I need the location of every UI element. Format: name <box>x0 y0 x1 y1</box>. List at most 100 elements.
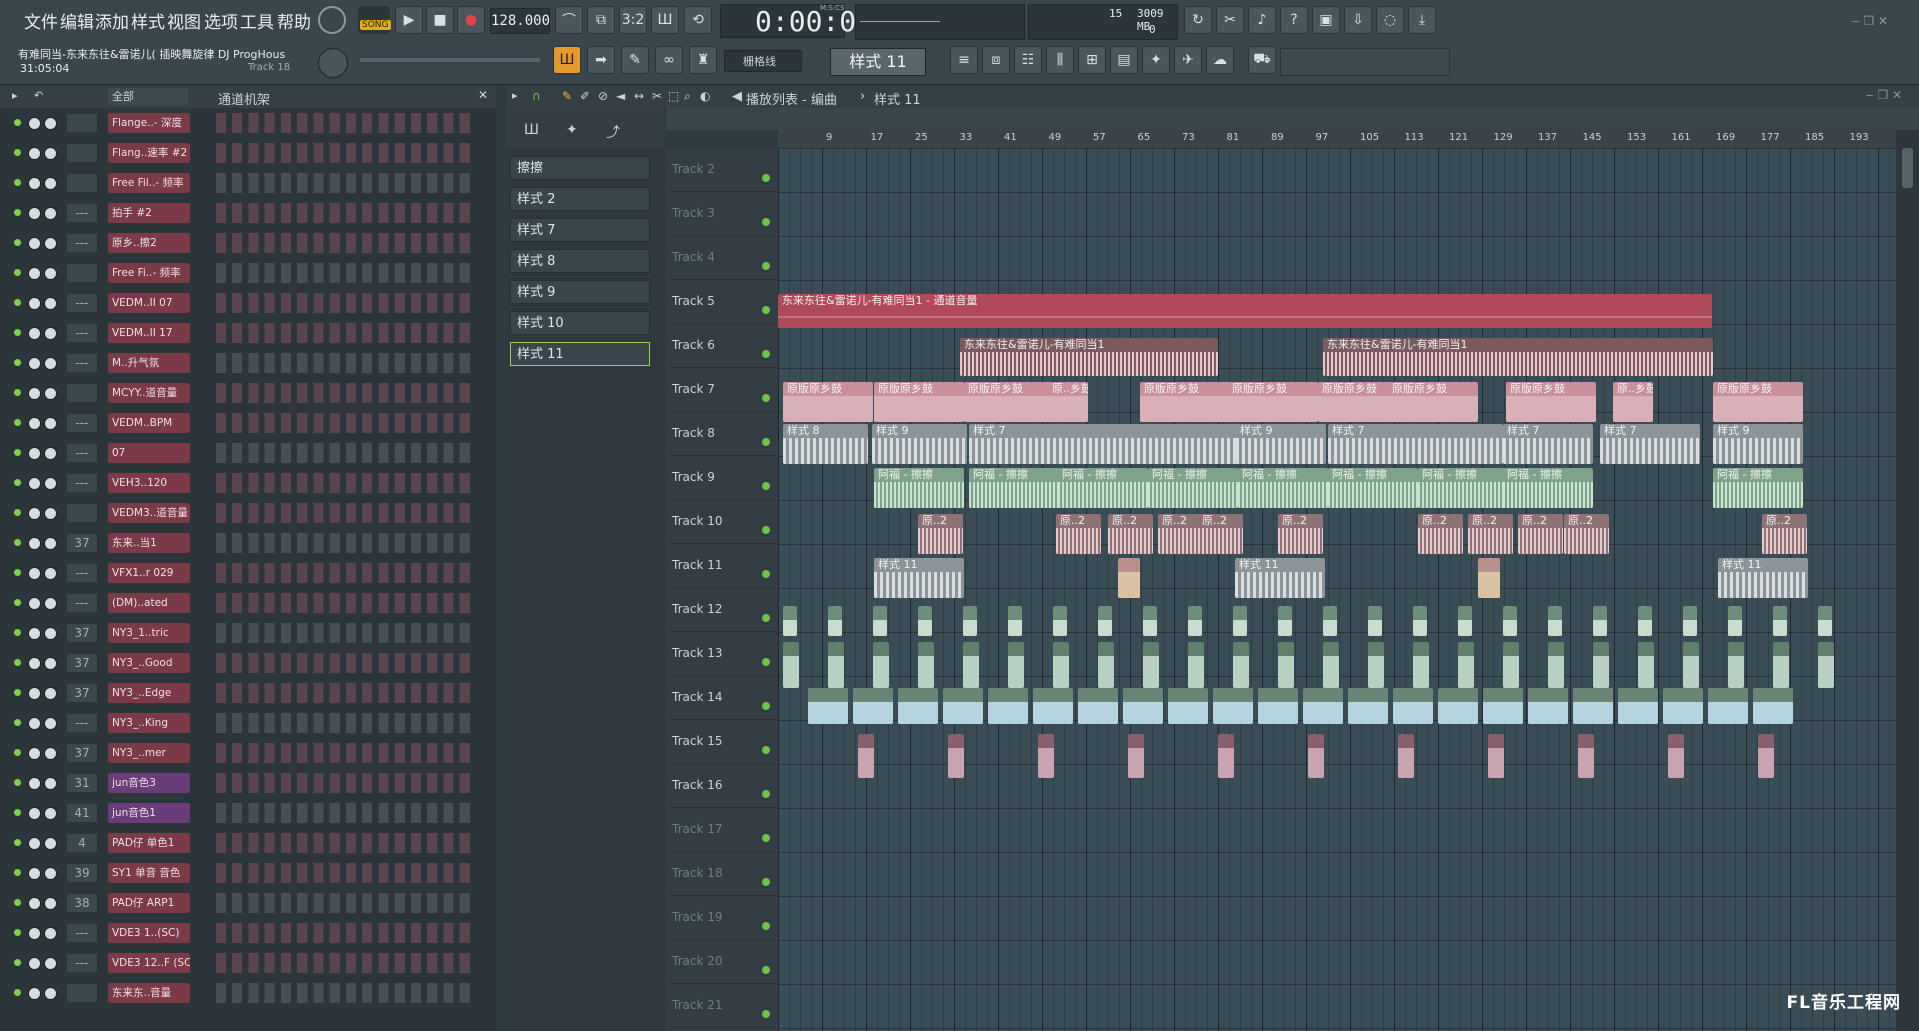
channel-mute-led[interactable] <box>14 449 21 456</box>
playlist-clip[interactable] <box>1078 688 1118 724</box>
close-icon[interactable]: ✕ <box>478 88 488 102</box>
playlist-button[interactable]: Ш <box>553 46 581 74</box>
metronome-button[interactable]: ⌒ <box>555 6 583 34</box>
plugin-picker-button[interactable]: ▤ <box>1110 46 1138 74</box>
channel-mixer-track[interactable]: --- <box>67 204 97 222</box>
track-header[interactable]: Track 20 <box>668 940 776 984</box>
paint-tool-icon[interactable]: ✐ <box>580 89 590 103</box>
channel-volume-knob[interactable] <box>44 807 57 820</box>
playlist-clip[interactable] <box>1683 606 1697 636</box>
channel-volume-knob[interactable] <box>44 597 57 610</box>
channel-row[interactable]: MCYY..道音量 <box>0 378 496 408</box>
channel-pan-knob[interactable] <box>28 567 41 580</box>
playlist-clip[interactable]: 原..乡鼓 <box>1048 382 1088 422</box>
playlist-clip[interactable] <box>1393 688 1433 724</box>
playlist-clip[interactable]: 原版原乡鼓 <box>1140 382 1230 422</box>
playlist-clip[interactable] <box>1033 688 1073 724</box>
playlist-clip[interactable] <box>808 688 848 724</box>
track-header[interactable]: Track 12 <box>668 588 776 632</box>
playlist-menu-icon[interactable]: ▸ <box>512 89 518 102</box>
shop-button[interactable]: ⛟ <box>1248 46 1276 74</box>
playlist-clip[interactable] <box>1323 606 1337 636</box>
channel-pan-knob[interactable] <box>28 957 41 970</box>
track-enable-led[interactable] <box>762 218 770 226</box>
playlist-clip[interactable] <box>1413 606 1427 636</box>
playlist-clip[interactable] <box>1728 606 1742 636</box>
track-enable-led[interactable] <box>762 790 770 798</box>
channel-mute-led[interactable] <box>14 719 21 726</box>
channel-pan-knob[interactable] <box>28 447 41 460</box>
track-enable-led[interactable] <box>762 922 770 930</box>
step-sequencer[interactable] <box>216 623 476 643</box>
menu-tools[interactable]: 工具 <box>240 8 274 33</box>
channel-mixer-track[interactable]: --- <box>67 234 97 252</box>
channel-mute-led[interactable] <box>14 539 21 546</box>
track-header[interactable]: Track 11 <box>668 544 776 588</box>
playlist-clip[interactable] <box>1098 642 1114 688</box>
channel-mute-led[interactable] <box>14 269 21 276</box>
channel-name-button[interactable]: NY3_..King <box>108 713 190 733</box>
step-sequencer[interactable] <box>216 713 476 733</box>
channel-name-button[interactable]: jun音色3 <box>108 773 190 793</box>
piano-roll-button[interactable]: ⧈ <box>982 46 1010 74</box>
step-sequencer[interactable] <box>216 563 476 583</box>
channel-row[interactable]: 39 SY1 单音 音色 <box>0 858 496 888</box>
track-enable-led[interactable] <box>762 614 770 622</box>
arrow-button[interactable]: ➡ <box>587 46 615 74</box>
picker-pattern-item[interactable]: 样式 8 <box>510 249 650 273</box>
channel-row[interactable]: --- VFX1..r 029 <box>0 558 496 588</box>
channel-name-button[interactable]: PAD仔 ARP1 <box>108 893 190 913</box>
channel-rack-button[interactable]: ☷ <box>1014 46 1042 74</box>
channel-volume-knob[interactable] <box>44 147 57 160</box>
channel-volume-knob[interactable] <box>44 897 57 910</box>
playlist-clip[interactable] <box>1368 606 1382 636</box>
pencil-tool-icon[interactable]: ✎ <box>562 89 572 103</box>
channel-pan-knob[interactable] <box>28 387 41 400</box>
channel-pan-knob[interactable] <box>28 687 41 700</box>
step-sequencer[interactable] <box>216 443 476 463</box>
playlist-clip[interactable]: 原版原乡鼓 <box>1713 382 1803 422</box>
channel-mute-led[interactable] <box>14 509 21 516</box>
channel-mute-led[interactable] <box>14 119 21 126</box>
playlist-clip[interactable]: 样式 11 <box>874 558 964 598</box>
channel-mixer-track[interactable]: --- <box>67 294 97 312</box>
channel-name-button[interactable]: VEDM3..道音量 <box>108 503 190 523</box>
channel-name-button[interactable]: Free Fi..- 频率 <box>108 263 190 283</box>
menu-patterns[interactable]: 样式 <box>131 8 165 33</box>
step-sequencer[interactable] <box>216 983 476 1003</box>
channel-name-button[interactable]: VDE3 1..(SC) <box>108 923 190 943</box>
playlist-clip[interactable]: 阿福 - 擦擦 <box>1238 468 1328 508</box>
track-header[interactable]: Track 7 <box>668 368 776 412</box>
playlist-clip[interactable]: 阿福 - 擦擦 <box>1058 468 1148 508</box>
playlist-clip[interactable]: 东来东往&雷诺儿-有难同当1 <box>960 338 1218 376</box>
channel-name-button[interactable]: 东来东..音量 <box>108 983 190 1003</box>
channel-mixer-track[interactable]: 37 <box>67 624 97 642</box>
link-button[interactable]: ∞ <box>655 46 683 74</box>
plugin-db-button[interactable]: ✦ <box>1142 46 1170 74</box>
channel-mixer-track[interactable]: 41 <box>67 804 97 822</box>
channel-pan-knob[interactable] <box>28 267 41 280</box>
playlist-clip[interactable]: 原版原乡鼓 <box>1388 382 1478 422</box>
channel-mute-led[interactable] <box>14 869 21 876</box>
channel-pan-knob[interactable] <box>28 597 41 610</box>
playlist-clip[interactable] <box>1188 606 1202 636</box>
channel-row[interactable]: --- VDE3 1..(SC) <box>0 918 496 948</box>
playlist-clip[interactable] <box>898 688 938 724</box>
playlist-clip[interactable] <box>1593 642 1609 688</box>
magnet-icon[interactable]: ∩ <box>532 89 541 103</box>
channel-row[interactable]: 东来东..音量 <box>0 978 496 1008</box>
playlist-clip[interactable] <box>948 734 964 778</box>
channel-row[interactable]: 41 jun音色1 <box>0 798 496 828</box>
channel-pan-knob[interactable] <box>28 927 41 940</box>
channel-row[interactable]: --- VEH3..120 <box>0 468 496 498</box>
channel-volume-knob[interactable] <box>44 627 57 640</box>
countdown-button[interactable]: 3:2 <box>619 6 647 34</box>
playlist-timeline-bar[interactable] <box>666 108 1919 130</box>
playlist-clip[interactable] <box>1548 642 1564 688</box>
playlist-clip[interactable]: 样式 7 <box>1503 424 1593 464</box>
channel-volume-knob[interactable] <box>44 447 57 460</box>
channel-volume-knob[interactable] <box>44 657 57 670</box>
channel-pan-knob[interactable] <box>28 177 41 190</box>
playlist-clip[interactable]: 原版原乡鼓 <box>1506 382 1596 422</box>
draw-button[interactable]: ✎ <box>621 46 649 74</box>
